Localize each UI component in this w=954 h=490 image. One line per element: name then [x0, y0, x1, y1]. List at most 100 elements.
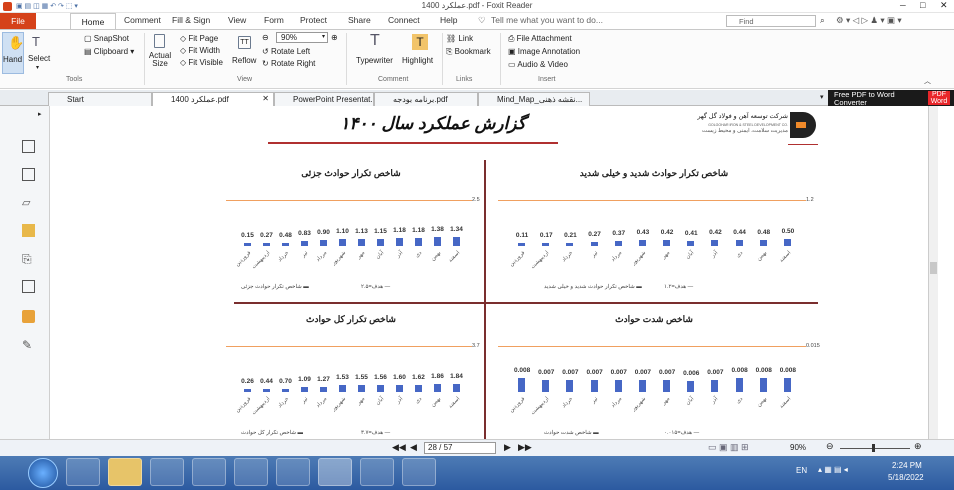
link-button[interactable]: ⛓ Link	[446, 34, 473, 43]
settings-icon[interactable]: ⚙ ▾ ◁ ▷ ♟ ▾ ▣ ▾	[836, 15, 902, 26]
reflow-button[interactable]: TT Reflow	[232, 32, 258, 74]
clipboard-button[interactable]: ▤ Clipboard ▾	[84, 47, 134, 56]
pages-icon[interactable]	[22, 140, 35, 153]
typewriter-button[interactable]: T Typewriter	[354, 32, 402, 74]
security-lock-icon[interactable]	[22, 310, 35, 323]
search-icon[interactable]: ⌕	[820, 15, 825, 26]
tab-file[interactable]: File	[0, 13, 36, 29]
chevron-down-icon: ▾	[321, 34, 325, 40]
view-mode-icons[interactable]: ▭ ▣ ▥ ⊞	[708, 442, 749, 453]
taskbar-word[interactable]	[360, 458, 394, 486]
tab-comment[interactable]: Comment	[124, 15, 161, 25]
signature-icon[interactable]: ✎	[22, 338, 35, 352]
rotate-right-button[interactable]: ↻ Rotate Right	[262, 59, 315, 68]
taskbar-firefox[interactable]	[234, 458, 268, 486]
zoom-select[interactable]: 90% ▾	[276, 32, 328, 43]
last-page-button[interactable]: ▶▶	[518, 442, 532, 453]
tab-help[interactable]: Help	[440, 15, 457, 25]
data-label: 0.007	[586, 368, 603, 376]
tray-icons[interactable]: ▴ ▦ ▤ ◂	[818, 465, 848, 474]
chart-bar	[711, 379, 719, 392]
chart-bar	[357, 238, 365, 246]
image-annotation-button[interactable]: ▣ Image Annotation	[508, 47, 580, 56]
scroll-thumb[interactable]	[930, 262, 937, 274]
chart-bar	[687, 381, 695, 392]
language-indicator[interactable]: EN	[796, 466, 807, 475]
doc-tab-active[interactable]: 1400 عملکرد.pdf ✕	[152, 92, 274, 106]
tab-list-chevron[interactable]: ▾	[820, 93, 824, 101]
layers-icon[interactable]	[22, 168, 35, 181]
vertical-scrollbar[interactable]	[928, 106, 938, 439]
close-icon[interactable]: ✕	[262, 94, 269, 103]
taskbar-chrome[interactable]	[192, 458, 226, 486]
doc-tab-powerpoint[interactable]: PowerPoint Presentat...	[274, 92, 374, 106]
taskbar-explorer[interactable]	[108, 458, 142, 486]
find-input[interactable]: Find	[739, 17, 754, 26]
start-button[interactable]	[28, 458, 58, 488]
typewriter-label: Typewriter	[356, 56, 393, 65]
chart-bar	[638, 240, 646, 246]
expand-pane-icon[interactable]: ▸	[38, 110, 42, 118]
rotate-left-button[interactable]: ↺ Rotate Left	[262, 47, 310, 56]
chart-bar	[300, 387, 308, 392]
snapshot-button[interactable]: ▢ SnapShot	[84, 34, 129, 43]
bookmarks-icon[interactable]: ▱	[22, 196, 35, 209]
tab-form[interactable]: Form	[264, 15, 284, 25]
tell-me-search[interactable]: Tell me what you want to do...	[491, 15, 603, 25]
fit-visible-button[interactable]: ◇ Fit Visible	[180, 58, 223, 67]
tab-protect[interactable]: Protect	[300, 15, 327, 25]
audio-video-button[interactable]: ▭ Audio & Video	[508, 60, 568, 69]
department-name: مدیریت سلامت، ایمنی و محیط زیست	[702, 128, 788, 134]
category-label: آبان	[685, 250, 696, 261]
actual-size-button[interactable]: Actual Size	[148, 32, 172, 74]
divider	[346, 33, 347, 85]
taskbar-app[interactable]	[402, 458, 436, 486]
chart-bar	[414, 384, 422, 392]
data-label: 0.50	[781, 228, 795, 236]
highlight-button[interactable]: T Highlight	[402, 32, 438, 74]
prev-page-button[interactable]: ◀	[410, 442, 417, 453]
page-number-input[interactable]: 28 / 57	[424, 442, 496, 454]
taskbar-ie[interactable]	[66, 458, 100, 486]
ribbon: ✋ Hand T Select ▾ ▢ SnapShot ▤ Clipboard…	[0, 29, 954, 89]
doc-tab-start[interactable]: Start	[48, 92, 152, 106]
attachment-icon[interactable]: ⎘	[22, 252, 35, 266]
tab-view[interactable]: View	[228, 15, 246, 25]
chart-bar	[357, 385, 365, 392]
select-tool-button[interactable]: T Select ▾	[26, 32, 52, 74]
fit-page-button[interactable]: ◇ Fit Page	[180, 34, 218, 43]
zoom-slider-thumb[interactable]	[872, 444, 875, 452]
fit-width-button[interactable]: ◇ Fit Width	[180, 46, 220, 55]
tab-fill-sign[interactable]: Fill & Sign	[172, 15, 210, 25]
zoom-in-icon[interactable]: ⊕	[914, 441, 922, 452]
tab-share[interactable]: Share	[348, 15, 371, 25]
close-button[interactable]: ✕	[940, 0, 948, 11]
ad-banner[interactable]: Free PDF to Word Converter PDF Word	[828, 90, 954, 106]
minimize-button[interactable]: ─	[900, 1, 906, 10]
tab-home[interactable]: Home	[70, 13, 116, 30]
collapse-ribbon-icon[interactable]: ︿	[924, 76, 931, 86]
file-attachment-button[interactable]: ⎙ File Attachment	[508, 34, 572, 44]
tab-connect[interactable]: Connect	[388, 15, 420, 25]
taskbar-media[interactable]	[276, 458, 310, 486]
zoom-in-icon[interactable]: ⊕	[331, 33, 338, 42]
file-info-icon[interactable]	[22, 280, 35, 293]
taskbar-foxit[interactable]	[318, 458, 352, 486]
first-page-button[interactable]: ◀◀	[392, 442, 406, 453]
next-page-button[interactable]: ▶	[504, 442, 511, 453]
zoom-out-icon[interactable]: ⊖	[826, 441, 834, 452]
zoom-slider[interactable]	[840, 448, 910, 449]
chart-bar	[663, 240, 671, 246]
chevron-down-icon: ▾	[36, 65, 40, 71]
clock-date[interactable]: 5/18/2022	[888, 473, 924, 482]
doc-tab-budget[interactable]: برنامه بودجه.pdf	[374, 92, 478, 106]
clock-time[interactable]: 2:24 PM	[892, 461, 922, 470]
bookmark-button[interactable]: ⎘ Bookmark	[446, 47, 491, 57]
zoom-out-icon[interactable]: ⊖	[262, 33, 269, 42]
hand-tool-button[interactable]: ✋ Hand	[2, 32, 24, 74]
comments-icon[interactable]	[22, 224, 35, 237]
maximize-button[interactable]: □	[920, 0, 925, 10]
find-box[interactable]: Find	[726, 15, 816, 27]
doc-tab-mindmap[interactable]: Mind_Map_نقشه ذهنی...	[478, 92, 590, 106]
taskbar-office[interactable]	[150, 458, 184, 486]
